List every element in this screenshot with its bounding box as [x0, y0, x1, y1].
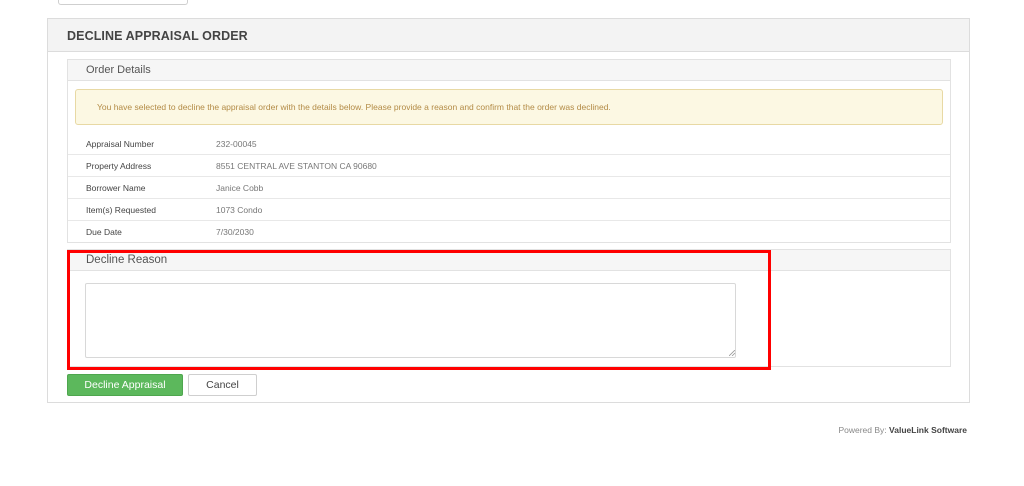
detail-row-property-address: Property Address 8551 CENTRAL AVE STANTO…	[68, 155, 950, 177]
detail-label: Due Date	[86, 227, 122, 237]
powered-by-text: Powered By:	[838, 425, 887, 435]
decline-reason-section: Decline Reason	[67, 249, 951, 367]
top-partial-button[interactable]	[58, 0, 188, 5]
detail-row-borrower-name: Borrower Name Janice Cobb	[68, 177, 950, 199]
detail-label: Item(s) Requested	[86, 205, 156, 215]
detail-label: Property Address	[86, 161, 152, 171]
detail-row-items-requested: Item(s) Requested 1073 Condo	[68, 199, 950, 221]
detail-value: 7/30/2030	[216, 227, 254, 237]
decline-appraisal-panel: DECLINE APPRAISAL ORDER Order Details Yo…	[47, 18, 970, 403]
order-details-heading: Order Details	[68, 60, 950, 81]
order-details-table: Appraisal Number 232-00045 Property Addr…	[68, 133, 950, 243]
detail-value: Janice Cobb	[216, 183, 264, 193]
resize-grip-icon[interactable]	[729, 350, 735, 356]
powered-by-footer: Powered By: ValueLink Software	[838, 425, 967, 435]
detail-label: Borrower Name	[86, 183, 146, 193]
page-title: DECLINE APPRAISAL ORDER	[67, 29, 248, 43]
decline-warning-alert: You have selected to decline the apprais…	[75, 89, 943, 125]
order-details-section: Order Details You have selected to decli…	[67, 59, 951, 243]
detail-value: 232-00045	[216, 139, 257, 149]
detail-row-due-date: Due Date 7/30/2030	[68, 221, 950, 243]
detail-label: Appraisal Number	[86, 139, 155, 149]
brand-link[interactable]: ValueLink Software	[889, 425, 967, 435]
decline-appraisal-button[interactable]: Decline Appraisal	[67, 374, 183, 396]
detail-value: 8551 CENTRAL AVE STANTON CA 90680	[216, 161, 377, 171]
decline-reason-textarea[interactable]	[85, 283, 736, 358]
detail-value: 1073 Condo	[216, 205, 263, 215]
cancel-button[interactable]: Cancel	[188, 374, 257, 396]
decline-reason-heading: Decline Reason	[68, 250, 950, 271]
detail-row-appraisal-number: Appraisal Number 232-00045	[68, 133, 950, 155]
panel-header: DECLINE APPRAISAL ORDER	[48, 19, 969, 52]
